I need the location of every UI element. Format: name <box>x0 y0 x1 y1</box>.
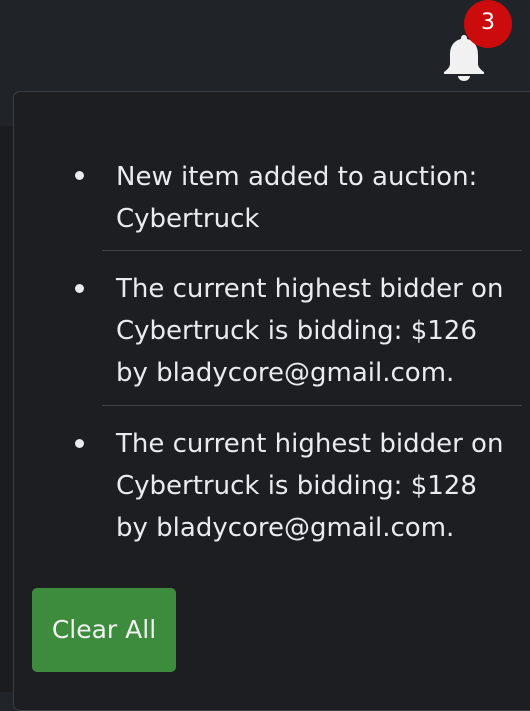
notification-badge: 3 <box>464 0 512 48</box>
bullet-icon <box>75 171 84 180</box>
notification-text: The current highest bidder on Cybertruck… <box>116 274 504 388</box>
page-background <box>0 126 14 692</box>
bullet-icon <box>75 284 84 293</box>
notification-text: New item added to auction: Cybertruck <box>116 162 478 234</box>
clear-all-button[interactable]: Clear All <box>32 588 176 672</box>
notification-divider <box>102 405 522 406</box>
notification-text: The current highest bidder on Cybertruck… <box>116 429 504 543</box>
bullet-icon <box>75 439 84 448</box>
notification-divider <box>102 250 522 251</box>
